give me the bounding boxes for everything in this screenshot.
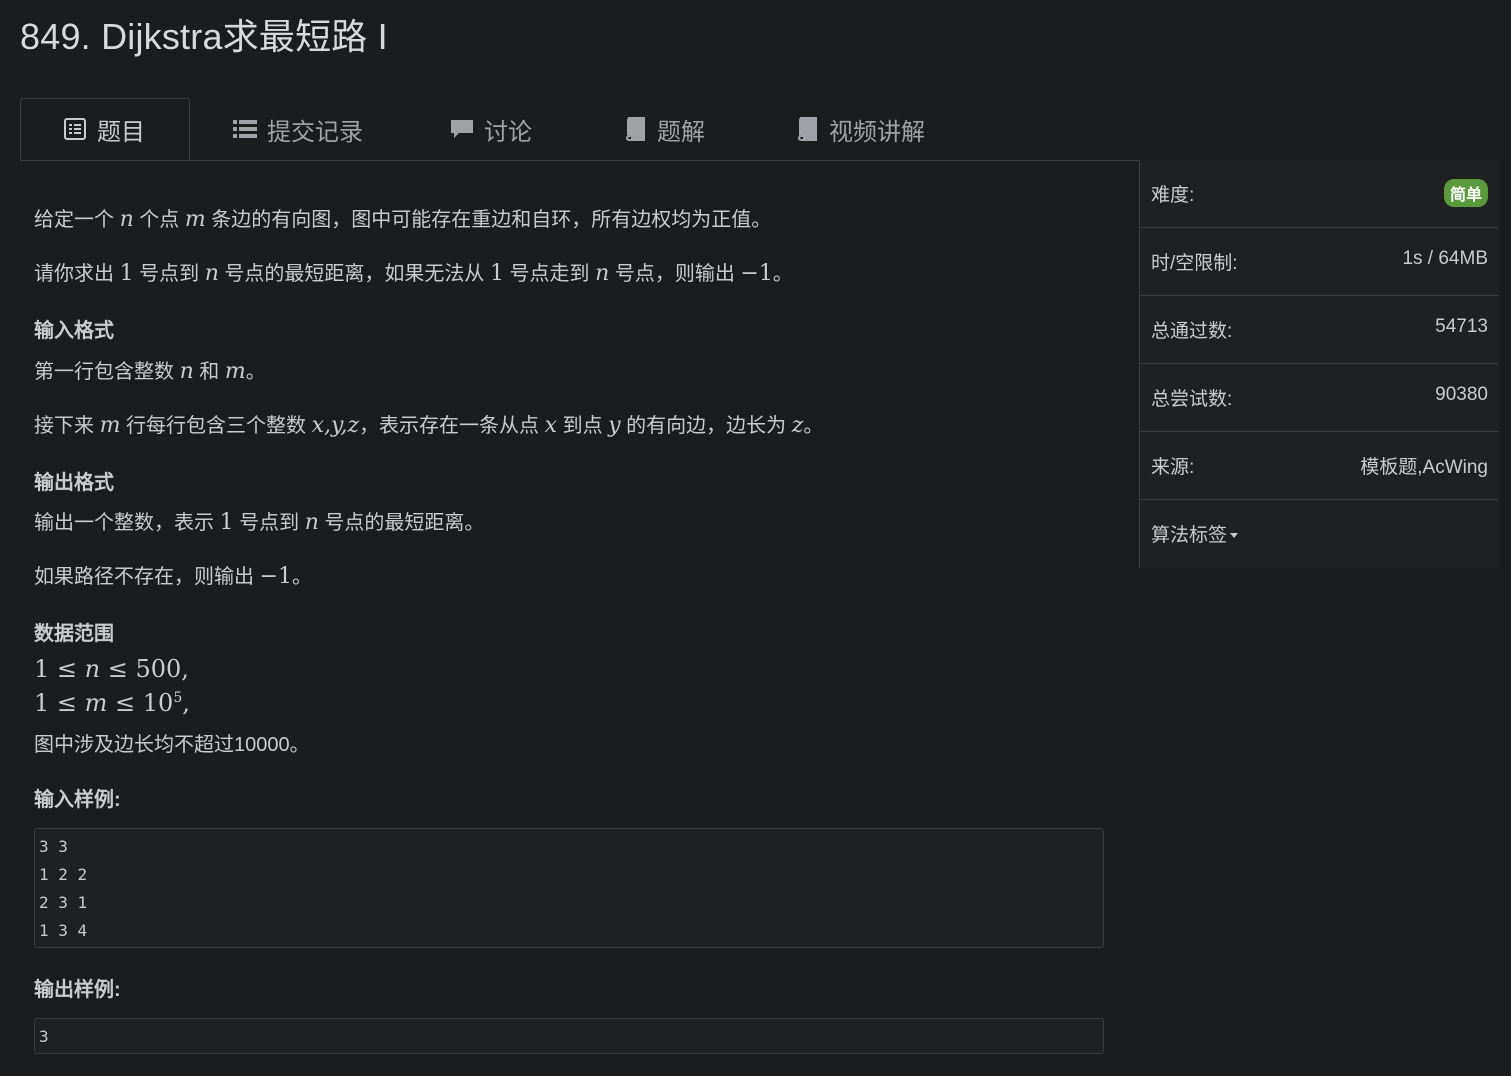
range-line-2: 1 ≤ m ≤ 105, bbox=[34, 689, 190, 717]
range-line-3: 图中涉及边长均不超过10000。 bbox=[34, 734, 310, 756]
code-line: 2 3 1 bbox=[39, 893, 88, 912]
tab-bar: 题目 提交记录 讨论 题解 视频讲解 bbox=[20, 98, 1498, 161]
passed-row: 总通过数: 54713 bbox=[1140, 296, 1499, 364]
code-line: 1 2 2 bbox=[39, 865, 88, 884]
input-line-1: 第一行包含整数 n 和 m。 bbox=[34, 359, 266, 384]
algorithm-tags-label: 算法标签 bbox=[1151, 525, 1228, 546]
output-format-heading: 输出格式 bbox=[34, 472, 114, 494]
passed-value: 54713 bbox=[1435, 316, 1488, 337]
source-value: 模板题,AcWing bbox=[1360, 457, 1488, 478]
range-line-1: 1 ≤ n ≤ 500, bbox=[34, 655, 189, 683]
comment-icon bbox=[450, 117, 474, 141]
tab-label: 题解 bbox=[657, 118, 705, 146]
algorithm-tags-dropdown[interactable]: 算法标签 bbox=[1151, 520, 1239, 547]
source-label: 来源: bbox=[1151, 457, 1195, 478]
input-line-2: 接下来 m 行每行包含三个整数 x,y,z，表示存在一条从点 x 到点 y 的有… bbox=[34, 413, 824, 438]
description-line-1: 给定一个 n 个点 m 条边的有向图，图中可能存在重边和自环，所有边权均为正值。 bbox=[34, 207, 772, 232]
tab-label: 提交记录 bbox=[267, 118, 363, 146]
tab-solutions[interactable]: 题解 bbox=[623, 98, 705, 160]
tab-label: 讨论 bbox=[484, 118, 532, 146]
tried-label: 总尝试数: bbox=[1151, 389, 1233, 410]
source-row: 来源: 模板题,AcWing bbox=[1140, 432, 1499, 500]
tab-label: 视频讲解 bbox=[829, 118, 925, 146]
difficulty-row: 难度: 简单 bbox=[1140, 160, 1499, 228]
limit-value: 1s / 64MB bbox=[1402, 248, 1488, 269]
sample-output-heading: 输出样例: bbox=[34, 979, 121, 1001]
page-title: 849. Dijkstra求最短路 I bbox=[20, 16, 388, 57]
tried-value: 90380 bbox=[1435, 384, 1488, 405]
sample-input-box[interactable]: 3 3 1 2 2 2 3 1 1 3 4 bbox=[34, 828, 1104, 948]
difficulty-label: 难度: bbox=[1151, 185, 1195, 206]
sample-output-box[interactable]: 3 bbox=[34, 1018, 1104, 1054]
problem-page: 849. Dijkstra求最短路 I 题目 提交记录 讨论 题解 视频讲解 给… bbox=[0, 0, 1511, 1076]
output-line-2: 如果路径不存在，则输出 −1。 bbox=[34, 564, 312, 589]
data-range-heading: 数据范围 bbox=[34, 623, 114, 645]
tab-label: 题目 bbox=[97, 118, 145, 146]
description-line-2: 请你求出 1 号点到 n 号点的最短距离，如果无法从 1 号点走到 n 号点，则… bbox=[34, 261, 793, 286]
output-line-1: 输出一个整数，表示 1 号点到 n 号点的最短距离。 bbox=[34, 510, 485, 535]
limit-row: 时/空限制: 1s / 64MB bbox=[1140, 228, 1499, 296]
code-line: 3 3 bbox=[39, 837, 68, 856]
list-alt-icon bbox=[63, 117, 87, 141]
book-icon bbox=[795, 117, 819, 141]
list-icon bbox=[233, 117, 257, 141]
problem-info-panel: 难度: 简单 时/空限制: 1s / 64MB 总通过数: 54713 总尝试数… bbox=[1139, 160, 1499, 568]
limit-label: 时/空限制: bbox=[1151, 253, 1238, 274]
caret-down-icon bbox=[1230, 533, 1239, 539]
algorithm-tags-row: 算法标签 bbox=[1140, 500, 1499, 568]
code-line: 3 bbox=[39, 1027, 49, 1046]
sample-input-heading: 输入样例: bbox=[34, 789, 121, 811]
book-icon bbox=[623, 117, 647, 141]
tab-submissions[interactable]: 提交记录 bbox=[233, 98, 363, 160]
input-format-heading: 输入格式 bbox=[34, 320, 114, 342]
tab-video[interactable]: 视频讲解 bbox=[795, 98, 925, 160]
difficulty-badge: 简单 bbox=[1443, 179, 1488, 207]
tried-row: 总尝试数: 90380 bbox=[1140, 364, 1499, 432]
tab-problem[interactable]: 题目 bbox=[20, 98, 190, 160]
tab-discussion[interactable]: 讨论 bbox=[450, 98, 532, 160]
passed-label: 总通过数: bbox=[1151, 321, 1233, 342]
code-line: 1 3 4 bbox=[39, 921, 88, 940]
